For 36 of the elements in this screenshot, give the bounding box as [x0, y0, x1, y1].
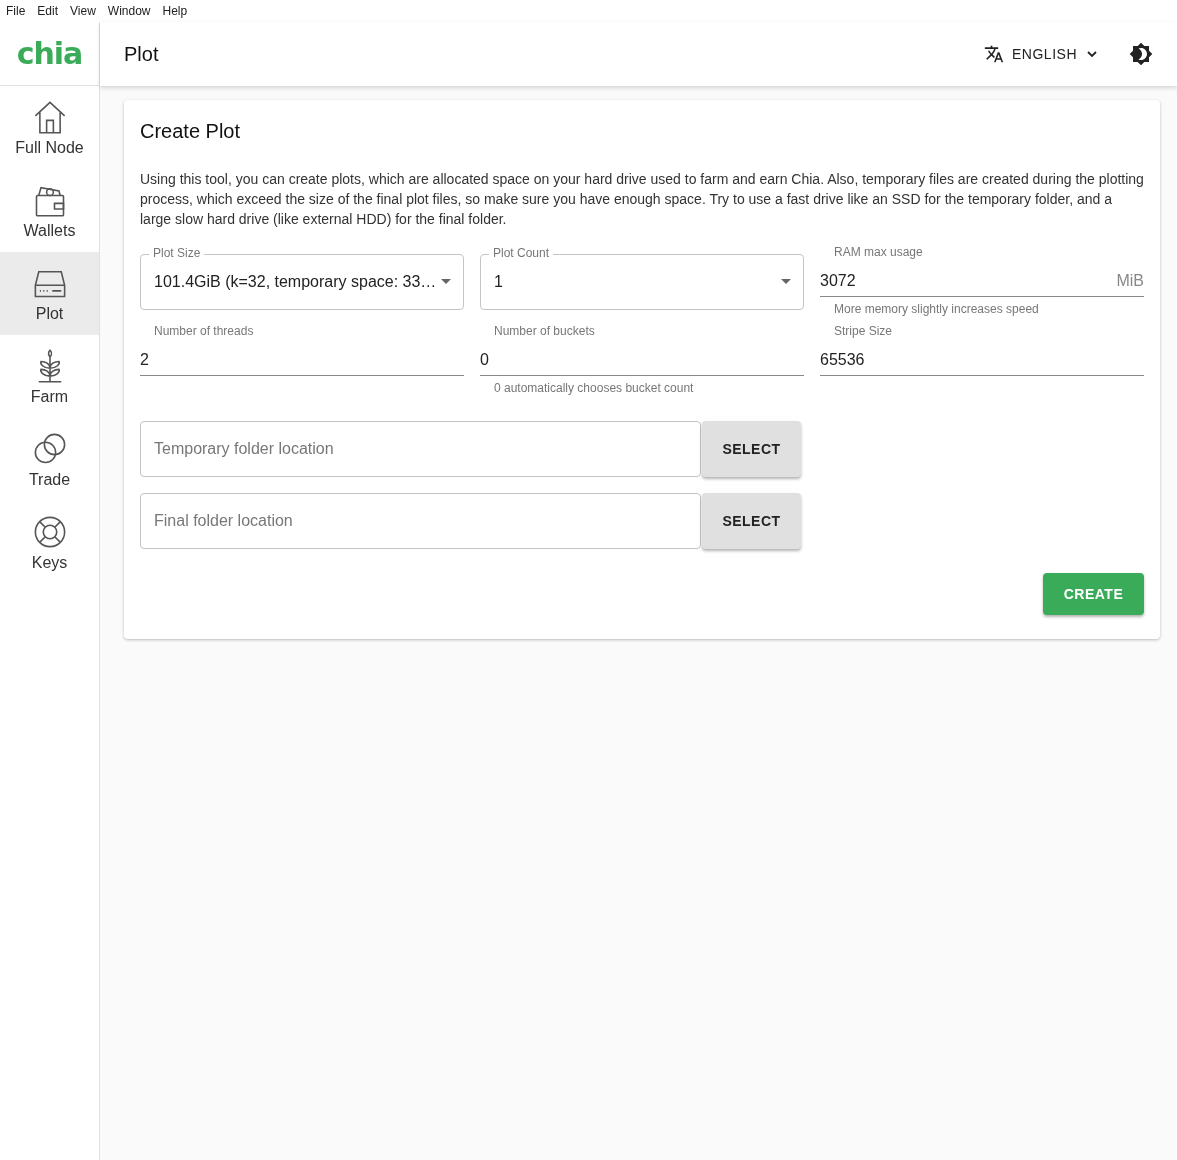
input-field[interactable]: 3072 MiB: [820, 266, 1144, 297]
theme-toggle-icon[interactable]: [1129, 42, 1153, 66]
input-field[interactable]: 0: [480, 345, 804, 376]
select-field[interactable]: Plot Count 1: [480, 245, 804, 310]
field-label: Stripe Size: [833, 324, 894, 340]
sidebar-item[interactable]: Full Node: [0, 86, 99, 169]
sidebar-item[interactable]: Keys: [0, 501, 99, 584]
helper-text: 0 automatically chooses bucket count: [493, 381, 695, 395]
menu-item[interactable]: File: [6, 4, 32, 18]
logo-text: chia: [16, 36, 83, 71]
menu-item[interactable]: Help: [162, 4, 194, 18]
dropdown-arrow-icon: [441, 279, 451, 285]
menu-item[interactable]: Edit: [37, 4, 65, 18]
sidebar-item[interactable]: Plot: [0, 252, 99, 335]
menu-item[interactable]: Window: [107, 4, 157, 18]
select-button[interactable]: SELECT: [702, 493, 801, 549]
field-label: Number of buckets: [493, 324, 596, 340]
description-text: Using this tool, you can create plots, which are allocated space on your hard drive used to farm and earn Chia. Also, temporary files are created during the plotting process, which exceed the size of the final plot files, so make sure you have enough space. Try to use a fast drive like an SSD for the temporary folder, and a large slow hard drive (like external HDD) for the final folder.: [140, 170, 1144, 229]
card-title: Create Plot: [140, 120, 242, 143]
input-field[interactable]: 2: [140, 345, 464, 376]
sidebar-item[interactable]: Trade: [0, 418, 99, 501]
folder-input-field[interactable]: Final folder location: [140, 493, 701, 549]
sidebar-item[interactable]: Farm: [0, 335, 99, 418]
language-button[interactable]: ENGLISH: [980, 40, 1103, 68]
helper-text: More memory slightly increases speed: [833, 302, 1040, 316]
page-title: Plot: [124, 42, 160, 66]
sidebar-item[interactable]: Wallets: [0, 169, 99, 252]
input-field[interactable]: 65536: [820, 345, 1144, 376]
folder-input-field[interactable]: Temporary folder location: [140, 421, 701, 477]
dropdown-arrow-icon: [781, 279, 791, 285]
select-field[interactable]: Plot Size 101.4GiB (k=32, temporary space: 33…: [140, 245, 464, 310]
select-button[interactable]: SELECT: [702, 421, 801, 477]
menu-item[interactable]: View: [70, 4, 102, 18]
field-label: RAM max usage: [833, 245, 924, 261]
field-label: Number of threads: [153, 324, 255, 340]
translate-icon: [984, 44, 1005, 64]
